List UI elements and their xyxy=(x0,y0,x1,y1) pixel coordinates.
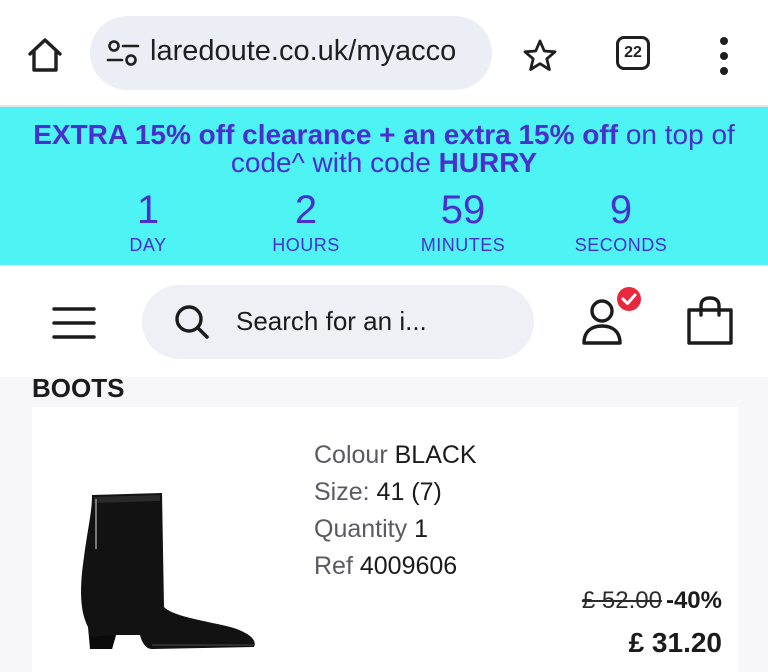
home-icon xyxy=(28,38,62,72)
site-header: Search for an i... xyxy=(0,265,768,377)
tab-switcher-button[interactable]: 22 xyxy=(616,36,650,70)
url-text[interactable]: laredoute.co.uk/myacco xyxy=(150,35,480,68)
ref-value: 4009606 xyxy=(359,552,458,580)
item-details: Colour BLACK Size: 41 (7) Quantity 1 Ref… xyxy=(314,437,477,585)
countdown-label: DAY xyxy=(129,235,167,255)
promo-subline: code^ with code HURRY xyxy=(0,147,768,179)
promo-headline-bold: EXTRA 15% off clearance + an extra 15% o… xyxy=(33,119,619,150)
countdown-value: 9 xyxy=(609,188,633,232)
ref-label: Ref xyxy=(314,552,353,580)
browser-toolbar: laredoute.co.uk/myacco 22 xyxy=(0,0,768,106)
countdown-label: HOURS xyxy=(272,235,340,255)
promo-subline-text: code^ with code xyxy=(230,147,439,178)
countdown-minutes: 59 MINUTES xyxy=(383,187,543,256)
item-ref: Ref 4009606 xyxy=(314,548,477,585)
search-input[interactable]: Search for an i... xyxy=(142,285,534,359)
account-icon[interactable] xyxy=(576,287,648,349)
tune-icon[interactable] xyxy=(106,38,140,68)
quantity-label: Quantity xyxy=(314,515,408,543)
sale-price: £ 31.20 xyxy=(628,627,722,658)
promo-code: HURRY xyxy=(438,147,538,178)
tab-count: 22 xyxy=(624,44,642,61)
product-image[interactable] xyxy=(54,487,264,657)
item-colour: Colour BLACK xyxy=(314,437,477,474)
search-icon[interactable] xyxy=(174,304,210,340)
countdown-days: 1 DAY xyxy=(68,187,228,256)
size-label: Size: xyxy=(314,478,370,506)
countdown-seconds: 9 SECONDS xyxy=(541,187,701,256)
shopping-bag-icon[interactable] xyxy=(684,295,736,347)
price-old-row: £ 52.00 -40% xyxy=(582,587,722,615)
hamburger-menu-icon[interactable] xyxy=(52,305,96,341)
colour-label: Colour xyxy=(314,441,388,469)
countdown-value: 2 xyxy=(294,188,318,232)
more-vert-icon[interactable] xyxy=(708,34,740,78)
countdown-value: 59 xyxy=(440,188,486,232)
countdown-label: MINUTES xyxy=(420,235,506,255)
item-quantity: Quantity 1 xyxy=(314,511,477,548)
home-button[interactable] xyxy=(22,32,68,78)
countdown-label: SECONDS xyxy=(574,235,668,255)
promo-banner[interactable]: EXTRA 15% off clearance + an extra 15% o… xyxy=(0,107,768,265)
countdown-hours: 2 HOURS xyxy=(226,187,386,256)
colour-value: BLACK xyxy=(394,441,477,469)
check-badge-icon xyxy=(617,287,641,311)
quantity-value: 1 xyxy=(414,515,428,543)
size-value: 41 (7) xyxy=(376,478,442,506)
search-placeholder: Search for an i... xyxy=(236,306,427,336)
address-bar[interactable]: laredoute.co.uk/myacco xyxy=(90,16,492,90)
order-item-card[interactable]: Colour BLACK Size: 41 (7) Quantity 1 Ref… xyxy=(32,407,738,672)
item-size: Size: 41 (7) xyxy=(314,474,477,511)
promo-headline-rest: on top of xyxy=(618,119,735,150)
countdown-value: 1 xyxy=(136,188,160,232)
discount-badge: -40% xyxy=(665,587,722,614)
star-icon[interactable] xyxy=(520,36,560,76)
order-content: BOOTS Colour BLACK Size: 41 (7) Quantity… xyxy=(0,373,768,672)
original-price: £ 52.00 xyxy=(581,587,662,614)
section-title: BOOTS xyxy=(32,373,125,403)
